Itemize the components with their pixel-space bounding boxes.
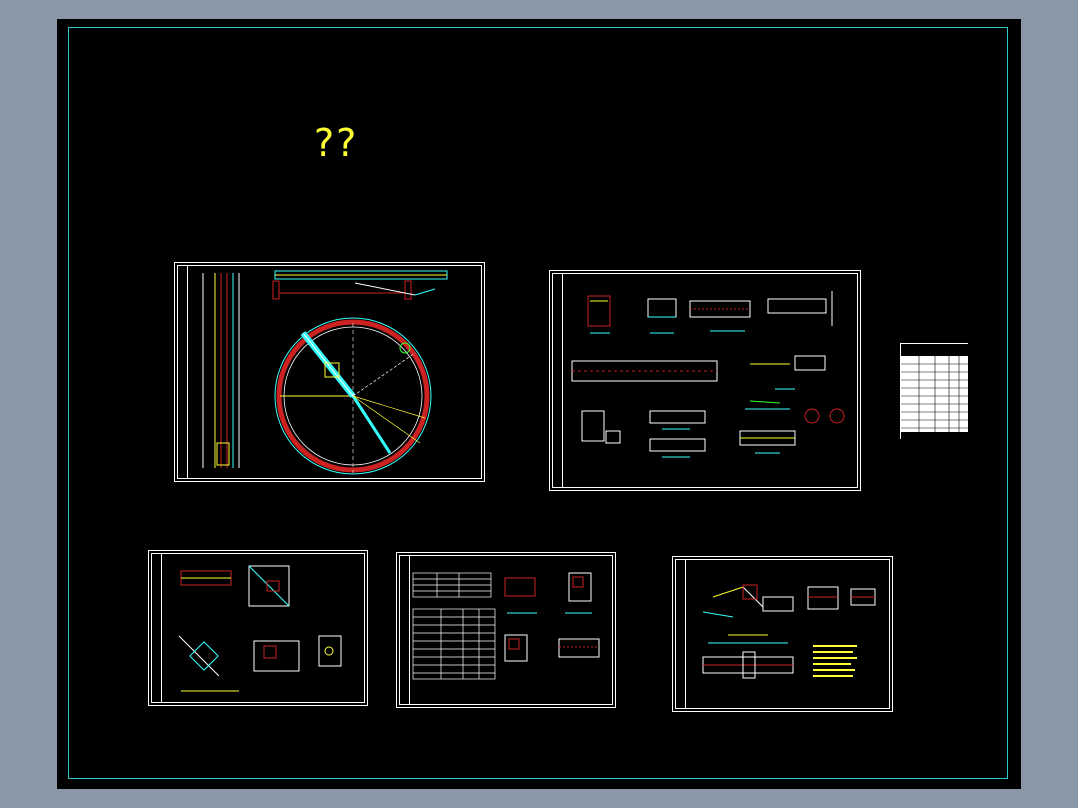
sheet-weir-details[interactable] [672,556,893,712]
top-section [272,270,448,300]
node-details-drawing [178,565,342,692]
details-drawing [571,291,845,458]
sheet-details[interactable] [549,270,861,491]
sheet-circular-plan[interactable] [174,262,485,482]
legend-table [900,343,969,440]
drawing-canvas[interactable]: ?? [57,19,1021,789]
circular-plan-drawing [202,270,448,475]
legend-table-grid [901,344,969,440]
vertical-section [202,273,240,468]
weir-details-drawing [702,584,876,679]
sheet-tables-sections[interactable] [396,552,616,708]
tables-sections-drawing [412,572,600,680]
clarifier-plan [274,317,432,475]
sheet-node-details[interactable] [148,550,368,706]
drawing-title: ?? [314,121,359,165]
